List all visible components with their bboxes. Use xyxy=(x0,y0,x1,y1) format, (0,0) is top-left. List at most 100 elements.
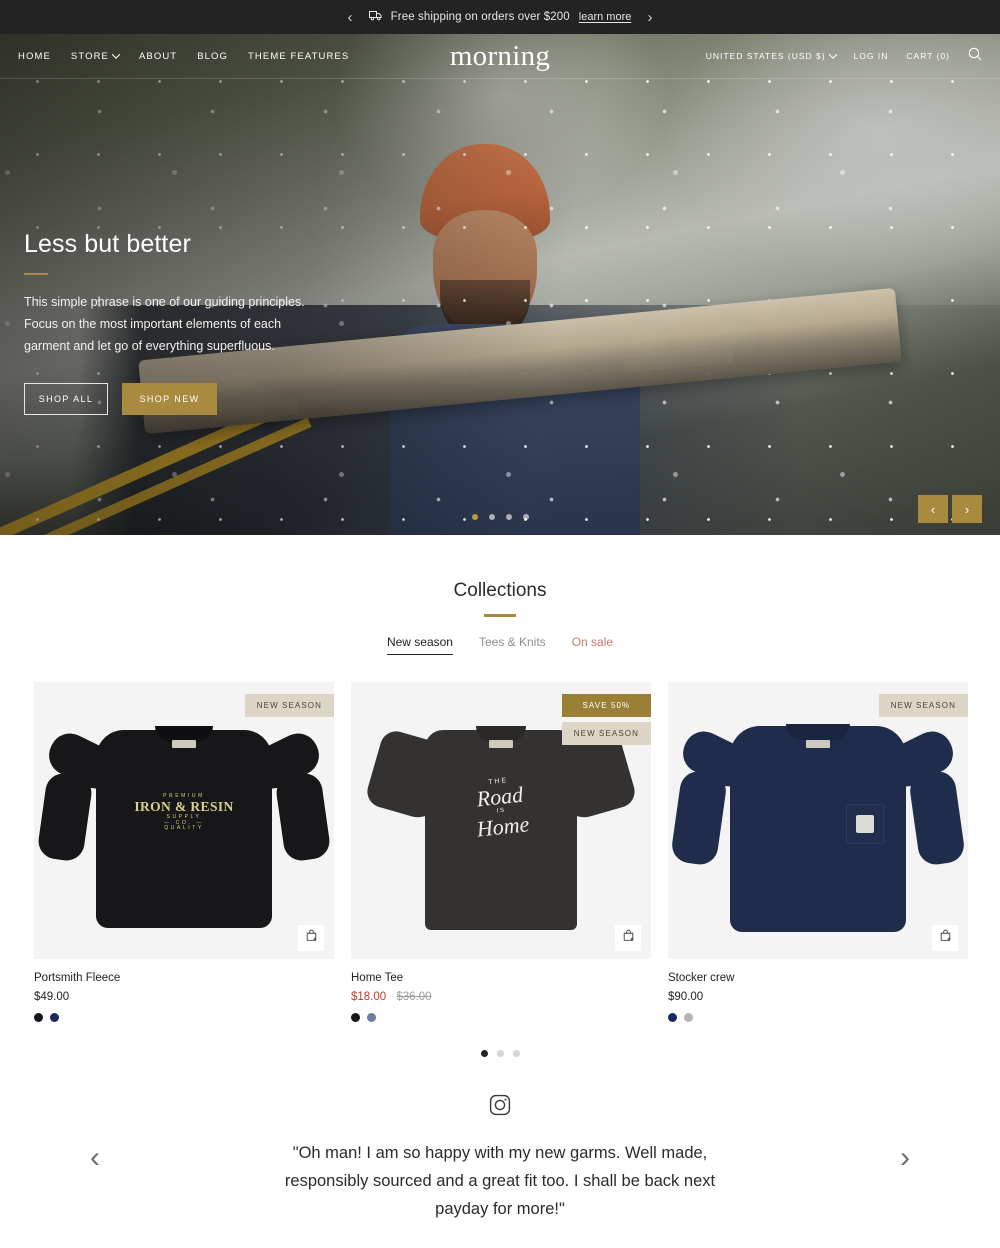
product-info: Portsmith Fleece $49.00 xyxy=(34,959,334,1022)
print-line-sub3: QUALITY xyxy=(164,825,204,832)
hero-description: This simple phrase is one of our guiding… xyxy=(24,291,444,357)
announcement-learn-more-link[interactable]: learn more xyxy=(579,11,632,23)
badge-new-season: NEW SEASON xyxy=(878,693,968,717)
hero-prev-button[interactable]: ‹ xyxy=(918,495,948,523)
collections-divider xyxy=(484,614,516,617)
garment-print: THE Road IS Home xyxy=(472,775,530,841)
shop-all-button[interactable]: SHOP ALL xyxy=(24,383,108,415)
nav-item-home[interactable]: HOME xyxy=(18,51,51,62)
testimonial-quote-line: payday for more!" xyxy=(435,1199,565,1218)
hero-description-line: garment and let go of everything superfl… xyxy=(24,339,275,353)
product-dot-1[interactable] xyxy=(480,1049,488,1057)
swatch-black[interactable] xyxy=(34,1012,43,1022)
collections-section: Collections New season Tees & Knits On s… xyxy=(0,535,1000,1057)
garment-print: PREMIUM IRON & RESIN SUPPLY — CO. — QUAL… xyxy=(134,793,233,833)
product-info: Home Tee $18.00 $36.00 xyxy=(351,959,651,1022)
quick-add-button[interactable] xyxy=(615,924,641,951)
swatch-black[interactable] xyxy=(351,1012,360,1022)
product-image[interactable]: PREMIUM IRON & RESIN SUPPLY — CO. — QUAL… xyxy=(34,681,334,959)
login-link[interactable]: LOG IN xyxy=(854,51,889,61)
tab-on-sale[interactable]: On sale xyxy=(572,635,613,655)
garment-label-tag xyxy=(489,739,513,748)
product-name[interactable]: Portsmith Fleece xyxy=(34,972,334,984)
product-card[interactable]: NEW SEASON Stocker crew $90.00 xyxy=(668,681,968,1022)
swatch-blue-grey[interactable] xyxy=(367,1012,376,1022)
tab-new-season[interactable]: New season xyxy=(386,635,453,655)
locale-label: UNITED STATES (USD $) xyxy=(705,51,826,61)
bag-plus-icon xyxy=(622,929,635,947)
collections-title: Collections xyxy=(453,580,547,601)
product-card[interactable]: PREMIUM IRON & RESIN SUPPLY — CO. — QUAL… xyxy=(34,681,334,1022)
announcement-next-button[interactable]: › xyxy=(633,0,667,34)
tab-tees-and-knits[interactable]: Tees & Knits xyxy=(479,635,546,655)
hero-slideshow: HOME STORE ABOUT BLOG THEME FEATURES mor… xyxy=(0,34,1000,535)
garment-sleeve xyxy=(274,770,332,863)
product-swatches xyxy=(668,1012,968,1022)
locale-selector[interactable]: UNITED STATES (USD $) xyxy=(705,50,837,61)
print-line-main: Road xyxy=(475,781,525,812)
main-navigation: HOME STORE ABOUT BLOG THEME FEATURES xyxy=(18,50,349,62)
swatch-grey[interactable] xyxy=(684,1012,693,1022)
announcement-content: Free shipping on orders over $200 learn … xyxy=(368,8,632,26)
product-price-current: $18.00 xyxy=(351,990,387,1003)
garment-label-tag xyxy=(172,739,196,748)
product-dot-3[interactable] xyxy=(512,1049,520,1057)
swatch-navy[interactable] xyxy=(668,1012,677,1022)
badge-new-season: NEW SEASON xyxy=(244,693,334,717)
product-price: $90.00 xyxy=(668,991,968,1003)
hero-pagination xyxy=(0,514,1000,520)
product-swatches xyxy=(351,1012,651,1022)
product-info: Stocker crew $90.00 xyxy=(668,959,968,1022)
announcement-text: Free shipping on orders over $200 xyxy=(390,11,570,23)
cart-link[interactable]: CART (0) xyxy=(906,51,950,61)
announcement-prev-button[interactable]: ‹ xyxy=(333,0,367,34)
announcement-bar: ‹ Free shipping on orders over $200 lear… xyxy=(0,0,1000,34)
nav-item-about[interactable]: ABOUT xyxy=(139,51,177,62)
hero-dot-3[interactable] xyxy=(505,514,512,520)
nav-item-store[interactable]: STORE xyxy=(70,50,121,62)
product-badges: SAVE 50% NEW SEASON xyxy=(561,693,651,750)
product-badges: NEW SEASON xyxy=(244,693,334,722)
product-carousel-pagination xyxy=(0,1049,1000,1057)
quick-add-button[interactable] xyxy=(298,924,324,951)
hero-dot-4[interactable] xyxy=(522,514,529,520)
garment-sleeve xyxy=(669,768,729,867)
hero-dot-2[interactable] xyxy=(488,514,495,520)
swatch-navy[interactable] xyxy=(50,1012,59,1022)
collection-tabs: New season Tees & Knits On sale xyxy=(0,635,1000,655)
chevron-down-icon xyxy=(828,50,837,59)
chevron-down-icon xyxy=(111,50,121,59)
hero-dot-1[interactable] xyxy=(471,514,478,520)
nav-item-blog[interactable]: BLOG xyxy=(197,51,228,62)
testimonial-next-button[interactable]: › xyxy=(900,1142,910,1173)
site-header: HOME STORE ABOUT BLOG THEME FEATURES mor… xyxy=(0,34,1000,79)
hero-title: Less but better xyxy=(24,230,191,258)
product-card[interactable]: THE Road IS Home SAVE 50% NEW SEASON Hom… xyxy=(351,681,651,1022)
nav-item-label: THEME FEATURES xyxy=(248,50,350,62)
testimonial-quote: "Oh man! I am so happy with my new garms… xyxy=(250,1139,750,1223)
nav-item-label: STORE xyxy=(70,50,109,62)
testimonial-prev-button[interactable]: ‹ xyxy=(90,1142,100,1173)
nav-item-label: ABOUT xyxy=(138,50,178,62)
product-price-current: $49.00 xyxy=(34,990,70,1003)
bag-plus-icon xyxy=(939,929,952,947)
garment-pocket xyxy=(846,803,884,844)
search-icon[interactable] xyxy=(968,47,982,66)
garment-sleeve xyxy=(907,768,967,867)
garment-sleeve xyxy=(36,770,94,863)
product-name[interactable]: Stocker crew xyxy=(668,972,968,984)
nav-item-theme-features[interactable]: THEME FEATURES xyxy=(248,51,349,62)
testimonial-quote-line: "Oh man! I am so happy with my new garms… xyxy=(292,1143,708,1162)
product-image[interactable]: THE Road IS Home SAVE 50% NEW SEASON xyxy=(351,681,651,959)
header-utilities: UNITED STATES (USD $) LOG IN CART (0) xyxy=(706,47,982,66)
shop-new-button[interactable]: SHOP NEW xyxy=(122,383,217,415)
product-dot-2[interactable] xyxy=(496,1049,504,1057)
badge-save: SAVE 50% xyxy=(561,693,651,717)
quick-add-button[interactable] xyxy=(932,924,958,951)
nav-item-label: BLOG xyxy=(197,50,229,62)
garment-collar xyxy=(786,723,850,740)
product-name[interactable]: Home Tee xyxy=(351,972,651,984)
product-image[interactable]: NEW SEASON xyxy=(668,681,968,959)
hero-next-button[interactable]: › xyxy=(952,495,982,523)
product-garment-crew xyxy=(668,682,968,959)
